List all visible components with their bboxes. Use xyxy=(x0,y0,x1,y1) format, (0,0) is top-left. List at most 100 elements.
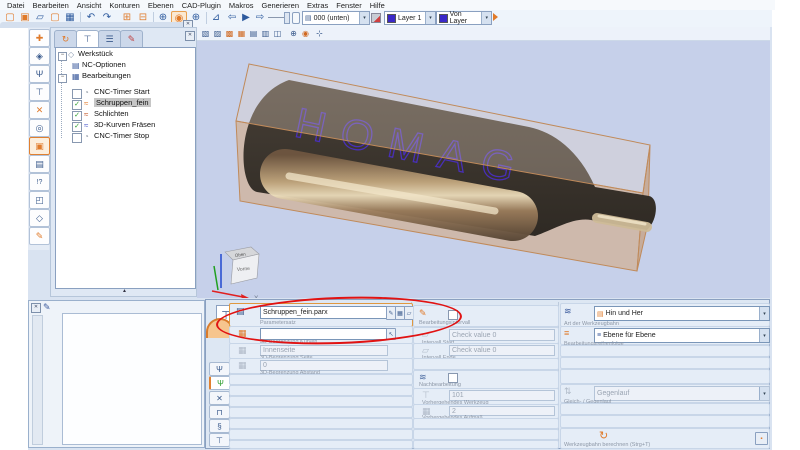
hand-pen-icon: ✎ xyxy=(419,308,427,319)
color-combo[interactable]: Von Layer ▾ xyxy=(436,11,492,25)
viewport-3d[interactable]: ▧ ▨ ▩ ▦ ▤ ▥ ◫ ⊕ ◉ ⊹ xyxy=(197,27,770,298)
checkbox-cnc-timer-stop[interactable] xyxy=(72,133,82,143)
menu-generieren[interactable]: Generieren xyxy=(258,1,304,10)
woodwop-window: Datei Bearbeiten Ansicht Konturen Ebenen… xyxy=(0,0,800,450)
checkbox-schlichten[interactable]: ✓ xyxy=(72,111,82,121)
saw-blade-icon[interactable]: ◎ xyxy=(29,119,50,137)
tree-item-3d-kurven-fraesen[interactable]: 3D-Kurven Fräsen xyxy=(94,120,155,129)
view-top-icon[interactable]: ▩ xyxy=(224,28,235,39)
chevron-down-icon[interactable]: ▾ xyxy=(481,12,491,24)
notes-area[interactable] xyxy=(62,313,202,445)
zoom-in-icon[interactable]: ⊕ xyxy=(288,28,299,39)
vtab-tool[interactable]: ⊤ xyxy=(209,433,230,447)
tab-workpiece[interactable]: ⊤ xyxy=(76,30,99,48)
ruler-strip[interactable] xyxy=(32,315,43,445)
menu-ebenen[interactable]: Ebenen xyxy=(144,1,178,10)
checkbox-cnc-timer-start[interactable] xyxy=(72,89,82,99)
nav-back-icon[interactable]: ⇦ xyxy=(225,11,239,24)
menu-ansicht[interactable]: Ansicht xyxy=(73,1,106,10)
werkzeugbahn-combo[interactable]: ▤ Hin und Her ▾ xyxy=(594,306,770,321)
row-begrenzung-abstand: ▦ 0 3D-Begrenzung Abstand xyxy=(229,358,413,374)
help-bubble-icon[interactable]: !? xyxy=(29,173,50,191)
nav-fwd-icon[interactable]: ⇨ xyxy=(253,11,267,24)
chevron-down-icon[interactable]: ▾ xyxy=(359,12,369,24)
vtab-drill[interactable]: Ψ xyxy=(209,362,230,376)
view-front-icon[interactable]: ▨ xyxy=(212,28,223,39)
pocket-frame-icon[interactable]: ▣ xyxy=(29,137,50,155)
nav-play-icon[interactable]: ▶ xyxy=(239,11,253,24)
vtab-drill-active[interactable]: Ψ xyxy=(209,376,231,390)
view-side-icon[interactable]: ▦ xyxy=(236,28,247,39)
view-back-icon[interactable]: ▤ xyxy=(248,28,259,39)
tool-t-icon[interactable]: ⊤ xyxy=(29,83,50,101)
vtab-chain[interactable]: § xyxy=(209,419,230,433)
tree-item-werkstueck[interactable]: Werkstück xyxy=(78,49,113,58)
menu-datei[interactable]: Datei xyxy=(3,1,29,10)
tab-contour[interactable]: ↻ xyxy=(54,30,77,48)
checkbox-schruppen-fein[interactable]: ✓ xyxy=(72,100,82,110)
menu-konturen[interactable]: Konturen xyxy=(105,1,143,10)
view-iso-icon[interactable]: ▧ xyxy=(200,28,211,39)
view-bottom-icon[interactable]: ▥ xyxy=(260,28,271,39)
vtab-clamp[interactable]: ⊓ xyxy=(209,405,230,419)
intervall-start-field[interactable]: Check value 0 xyxy=(449,329,555,341)
refresh-icon[interactable]: ↻ xyxy=(599,429,608,442)
parametersatz-field[interactable]: Schruppen_fein.parx xyxy=(260,306,388,319)
tree-item-schlichten[interactable]: Schlichten xyxy=(94,109,129,118)
tree-item-nc-optionen[interactable]: NC-Optionen xyxy=(82,60,126,69)
view-cube[interactable]: Oben Vorne xyxy=(225,247,259,284)
menu-hilfe[interactable]: Hilfe xyxy=(366,1,389,10)
tree-panel: ↻ ⊤ ☰ ✎ ✕ − ◇ Werkstück ▤ NC-Optionen − … xyxy=(50,27,197,297)
new-contour-icon[interactable]: ✚ xyxy=(29,29,50,47)
model-canvas[interactable]: HOMAG Oben Vorne X xyxy=(197,40,770,298)
chevron-down-icon[interactable]: ▾ xyxy=(425,12,435,24)
speed-slider-handle[interactable] xyxy=(284,12,290,24)
werkzeugbahn-combo-value: Hin und Her xyxy=(606,310,643,317)
plane-combo[interactable]: ▤ 000 (unten) ▾ xyxy=(302,11,370,25)
menu-cad-plugin[interactable]: CAD-Plugin xyxy=(178,1,225,10)
menu-fenster[interactable]: Fenster xyxy=(332,1,365,10)
chevron-down-icon[interactable]: ▾ xyxy=(759,307,769,320)
menu-extras[interactable]: Extras xyxy=(303,1,332,10)
intervall-ende-field[interactable]: Check value 0 xyxy=(449,345,555,356)
expander-bearbeitungen[interactable]: − xyxy=(58,74,67,83)
close-icon[interactable]: ✕ xyxy=(185,31,195,41)
tree-item-schruppen-fein[interactable]: Schruppen_fein xyxy=(94,98,151,107)
run-calculation-button[interactable]: ▪ xyxy=(755,432,768,445)
diamond-icon[interactable]: ◇ xyxy=(29,209,50,227)
saw-icon[interactable]: ✕ xyxy=(29,101,50,119)
drill-icon[interactable]: Ψ xyxy=(29,65,50,83)
view-custom-icon[interactable]: ◫ xyxy=(272,28,283,39)
schlichten-icon: ≈ xyxy=(84,111,88,119)
tree-item-cnc-timer-start[interactable]: CNC-Timer Start xyxy=(94,87,150,96)
panel-collapse-handle[interactable]: ▲ xyxy=(53,288,196,296)
stamp-icon[interactable]: ✎ xyxy=(43,302,51,313)
document-icon[interactable]: ▤ xyxy=(29,155,50,173)
zoom-select-icon[interactable]: ◉ xyxy=(300,28,311,39)
reihenfolge-combo-value: Ebene für Ebene xyxy=(603,332,656,339)
menu-makros[interactable]: Makros xyxy=(225,1,258,10)
close-icon[interactable]: ✕ xyxy=(31,303,41,313)
menu-bearbeiten[interactable]: Bearbeiten xyxy=(29,1,73,10)
vtab-mill[interactable]: ✕ xyxy=(209,391,230,405)
draft-mode-icon[interactable]: ⊿ xyxy=(209,11,223,24)
hand-package-icon[interactable]: ◰ xyxy=(29,191,50,209)
sign-pen-icon[interactable]: ✎ xyxy=(29,227,50,245)
chevron-down-icon[interactable]: ▾ xyxy=(759,387,769,400)
plug-icon[interactable]: ⊹ xyxy=(314,28,325,39)
expander-werkstueck[interactable]: − xyxy=(58,52,67,61)
gegenlauf-combo[interactable]: Gegenlauf ▾ xyxy=(594,386,770,401)
brush-icon[interactable] xyxy=(493,13,498,21)
layer-combo[interactable]: Layer 1 ▾ xyxy=(384,11,436,25)
row-intervall-start: ▱ Check value 0 Intervall Start xyxy=(413,327,559,344)
pick-curve-button[interactable]: ↖ xyxy=(386,328,396,340)
workpiece-icon[interactable]: ◈ xyxy=(29,47,50,65)
checkbox-3d-kurven[interactable]: ✓ xyxy=(72,122,82,132)
tab-tools[interactable]: ✎ xyxy=(120,30,143,48)
chevron-down-icon[interactable]: ▾ xyxy=(759,329,769,342)
tree-item-bearbeitungen[interactable]: Bearbeitungen xyxy=(82,71,131,80)
bearbeitungsintervall-checkbox[interactable] xyxy=(448,310,458,320)
tab-list[interactable]: ☰ xyxy=(98,30,121,48)
tree-item-cnc-timer-stop[interactable]: CNC-Timer Stop xyxy=(94,131,149,140)
pump-icon[interactable] xyxy=(369,11,383,24)
